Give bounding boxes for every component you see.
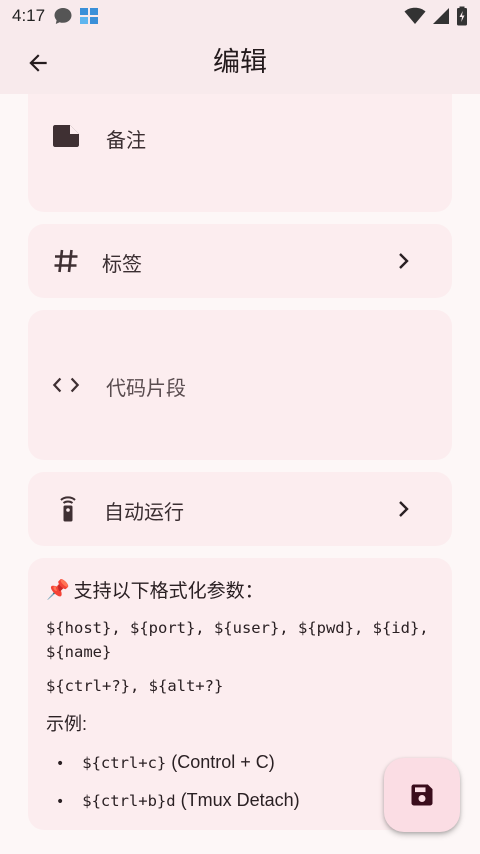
autorun-row[interactable]: 自动运行: [28, 472, 452, 546]
tags-label: 标签: [102, 252, 142, 276]
signal-icon: [433, 8, 449, 24]
keys-line: ${ctrl+?}, ${alt+?}: [46, 677, 224, 695]
example-label: 示例:: [46, 714, 88, 734]
remote-icon: [54, 494, 82, 522]
save-button[interactable]: [384, 758, 460, 832]
example-desc: (Control + C): [166, 752, 275, 772]
app-notification-icon: [80, 8, 99, 24]
example-code: ${ctrl+b}d: [82, 792, 176, 810]
status-time: 4:17: [12, 6, 46, 25]
params-line: ${host}, ${port}, ${user}, ${pwd}, ${id}…: [46, 619, 429, 661]
battery-icon: [457, 6, 467, 26]
example-code: ${ctrl+c}: [82, 754, 167, 772]
note-field[interactable]: 备注: [28, 94, 452, 212]
wifi-icon: [404, 7, 426, 25]
status-bar: 4:17: [0, 0, 480, 32]
chevron-right-icon: [394, 499, 414, 519]
list-item: • ${ctrl+c} (Control + C): [56, 752, 275, 772]
list-item: • ${ctrl+b}d (Tmux Detach): [56, 790, 300, 810]
note-icon: [52, 122, 80, 150]
arrow-back-icon: [29, 54, 47, 72]
snippet-field[interactable]: 代码片段: [28, 310, 452, 460]
app-bar: 编辑: [0, 32, 480, 94]
pushpin-icon: 📌: [46, 579, 70, 601]
info-title: 📌 支持以下格式化参数：: [46, 576, 264, 603]
note-label: 备注: [106, 128, 146, 152]
example-desc: (Tmux Detach): [175, 790, 300, 810]
chevron-right-icon: [394, 251, 414, 271]
snippet-label: 代码片段: [106, 376, 186, 400]
tags-row[interactable]: 标签: [28, 224, 452, 298]
info-title-text: 支持以下格式化参数：: [73, 580, 264, 602]
hashtag-icon: [52, 247, 80, 275]
autorun-label: 自动运行: [104, 500, 184, 524]
page-title: 编辑: [213, 47, 267, 78]
save-icon: [411, 784, 433, 806]
message-notification-icon: [54, 8, 72, 24]
edit-form: 备注 标签 代码片段 自动运行 📌 支持以下格式化参数： ${host}, ${…: [0, 94, 480, 854]
code-icon: [52, 371, 80, 399]
back-button[interactable]: [18, 43, 58, 83]
